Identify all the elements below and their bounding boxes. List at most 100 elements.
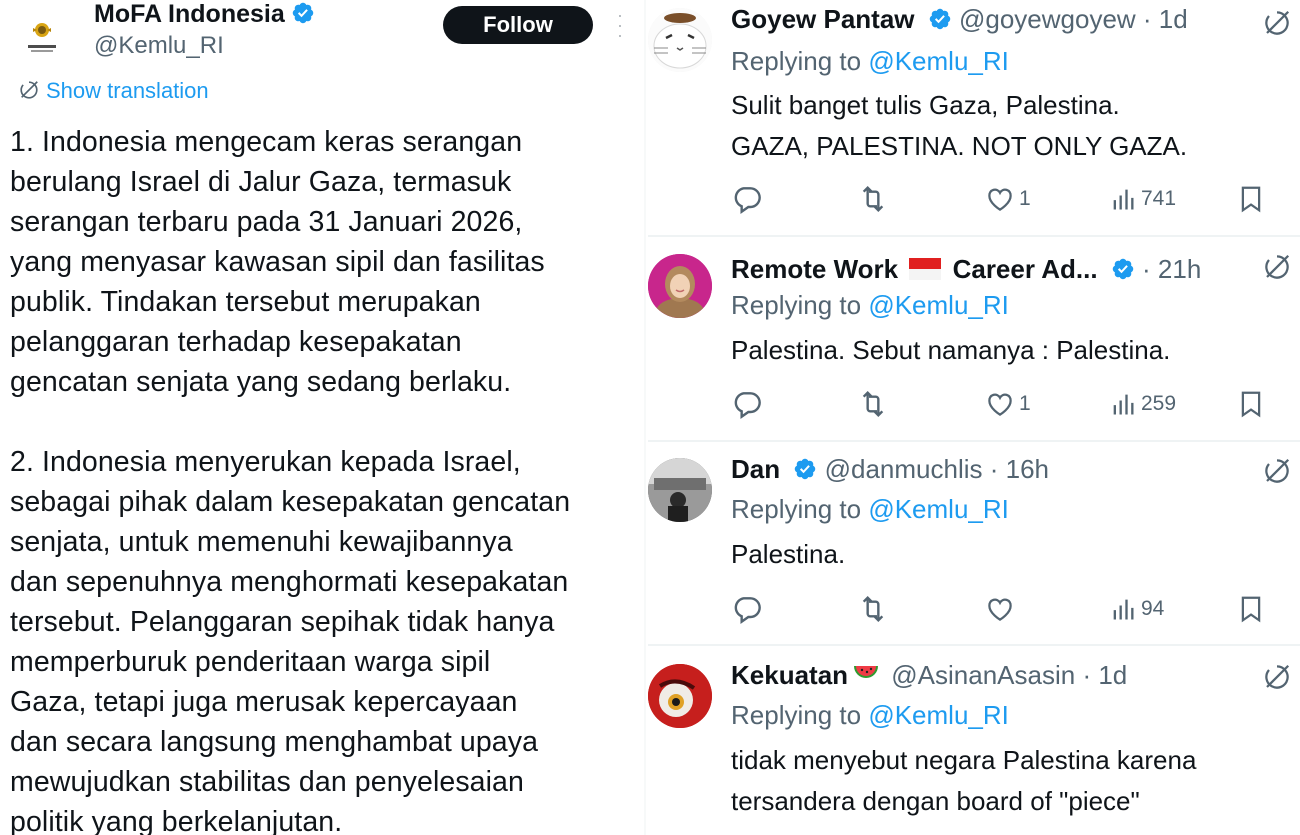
like-icon xyxy=(985,389,1015,419)
reply-header: Dan @danmuchlis · 16h xyxy=(731,454,1049,485)
reply-icon xyxy=(731,388,763,420)
author-name[interactable]: MoFA Indonesia xyxy=(94,0,315,29)
reply-actions: 1 259 xyxy=(731,386,1291,422)
reply-divider xyxy=(648,440,1300,442)
post-text: 1. Indonesia mengecam keras serangan ber… xyxy=(10,126,571,835)
reply-timestamp[interactable]: · 1d xyxy=(1143,4,1188,34)
indonesia-flag-emoji xyxy=(909,258,942,280)
reply-button[interactable] xyxy=(731,386,763,422)
reply-icon xyxy=(731,183,763,215)
repost-button[interactable] xyxy=(857,386,889,422)
views-button[interactable]: 741 xyxy=(1109,181,1176,217)
reply-item[interactable]: Goyew Pantaw @goyewgoyew · 1d Replying t… xyxy=(648,0,1300,233)
like-button[interactable] xyxy=(985,591,1019,627)
verified-badge-icon xyxy=(291,1,315,25)
views-button[interactable]: 259 xyxy=(1109,386,1176,422)
replying-to: Replying to @Kemlu_RI xyxy=(731,494,1009,525)
reply-item[interactable]: Remote Work Career Ad... · 21h Replying … xyxy=(648,246,1300,436)
show-translation-label: Show translation xyxy=(46,78,209,103)
reply-button[interactable] xyxy=(731,181,763,217)
views-icon xyxy=(1109,185,1137,213)
follow-button[interactable]: Follow xyxy=(443,6,593,44)
eyeball-avatar-icon xyxy=(648,664,712,728)
garuda-emblem-icon xyxy=(17,9,67,59)
bookmark-button[interactable] xyxy=(1236,181,1266,217)
reply-timestamp[interactable]: · 21h xyxy=(1142,254,1201,284)
replying-to: Replying to @Kemlu_RI xyxy=(731,46,1009,77)
reply-text: Palestina. Sebut namanya : Palestina. xyxy=(731,335,1171,365)
bookmark-button[interactable] xyxy=(1236,591,1266,627)
reply-item[interactable]: Dan @danmuchlis · 16h Replying to @Kemlu… xyxy=(648,450,1300,642)
reply-author-handle[interactable]: @goyewgoyew xyxy=(959,4,1136,34)
avatar[interactable] xyxy=(648,254,712,318)
replying-prefix: Replying to xyxy=(731,700,869,730)
grok-icon[interactable] xyxy=(1262,252,1292,282)
views-button[interactable]: 94 xyxy=(1109,591,1164,627)
reply-actions: 1 741 xyxy=(731,181,1291,217)
author-name-text[interactable]: MoFA Indonesia xyxy=(94,0,285,28)
like-button[interactable]: 1 xyxy=(985,181,1031,217)
replying-prefix: Replying to xyxy=(731,494,869,524)
repost-button[interactable] xyxy=(857,591,889,627)
reply-divider xyxy=(648,644,1300,646)
more-options-icon[interactable]: · · · xyxy=(614,6,626,44)
repost-icon xyxy=(857,183,889,215)
bookmark-icon xyxy=(1236,184,1266,214)
views-count: 741 xyxy=(1141,187,1177,210)
cat-avatar-icon xyxy=(648,8,712,72)
avatar[interactable] xyxy=(648,8,712,72)
replying-mention-link[interactable]: @Kemlu_RI xyxy=(868,290,1009,320)
reply-author-name[interactable]: Kekuatan xyxy=(731,660,848,690)
reply-actions: 94 xyxy=(731,591,1291,627)
grok-icon xyxy=(18,79,40,101)
reply-author-name-rest[interactable]: Career Ad... xyxy=(953,254,1098,284)
avatar[interactable] xyxy=(648,664,712,728)
reply-text: tidak menyebut negara Palestina karena t… xyxy=(731,745,1197,816)
reply-timestamp[interactable]: · 16h xyxy=(990,454,1049,484)
watermelon-emoji xyxy=(854,666,879,678)
person-avatar-icon xyxy=(648,458,712,522)
replies-list: Goyew Pantaw @goyewgoyew · 1d Replying t… xyxy=(648,0,1300,835)
replying-mention-link[interactable]: @Kemlu_RI xyxy=(868,46,1009,76)
reply-text: Palestina. xyxy=(731,539,846,569)
main-post: MoFA Indonesia @Kemlu_RI Follow · · · Show… xyxy=(0,0,640,835)
repost-button[interactable] xyxy=(857,181,889,217)
reply-button[interactable] xyxy=(731,591,763,627)
reply-item[interactable]: Kekuatan @AsinanAsasin · 1d Replying to … xyxy=(648,656,1300,835)
reply-author-handle[interactable]: @AsinanAsasin xyxy=(891,660,1075,690)
views-icon xyxy=(1109,595,1137,623)
grok-icon[interactable] xyxy=(1262,8,1292,38)
like-button[interactable]: 1 xyxy=(985,386,1031,422)
repost-icon xyxy=(857,593,889,625)
show-translation-link[interactable]: Show translation xyxy=(18,78,209,104)
reply-header: Kekuatan @AsinanAsasin · 1d xyxy=(731,660,1127,691)
reply-author-name[interactable]: Remote Work xyxy=(731,254,898,284)
person-avatar-icon xyxy=(648,254,712,318)
author-avatar[interactable] xyxy=(16,8,68,60)
grok-icon[interactable] xyxy=(1262,662,1292,692)
replying-to: Replying to @Kemlu_RI xyxy=(731,700,1009,731)
reply-author-handle[interactable]: @danmuchlis xyxy=(825,454,983,484)
views-count: 94 xyxy=(1141,597,1165,620)
reply-divider xyxy=(648,235,1300,237)
avatar[interactable] xyxy=(648,458,712,522)
replying-prefix: Replying to xyxy=(731,46,869,76)
replying-prefix: Replying to xyxy=(731,290,869,320)
author-handle[interactable]: @Kemlu_RI xyxy=(94,32,224,60)
verified-badge-icon xyxy=(928,7,952,31)
reply-header: Goyew Pantaw @goyewgoyew · 1d xyxy=(731,4,1188,35)
reply-author-name[interactable]: Dan xyxy=(731,454,780,484)
post-author-row: MoFA Indonesia @Kemlu_RI Follow · · · xyxy=(0,0,640,70)
bookmark-button[interactable] xyxy=(1236,386,1266,422)
like-icon xyxy=(985,594,1015,624)
repost-icon xyxy=(857,388,889,420)
panel-divider xyxy=(644,0,646,835)
replying-mention-link[interactable]: @Kemlu_RI xyxy=(868,494,1009,524)
reply-timestamp[interactable]: · 1d xyxy=(1082,660,1127,690)
replying-mention-link[interactable]: @Kemlu_RI xyxy=(868,700,1009,730)
bookmark-icon xyxy=(1236,389,1266,419)
reply-author-name[interactable]: Goyew Pantaw xyxy=(731,4,915,34)
grok-icon[interactable] xyxy=(1262,456,1292,486)
replying-to: Replying to @Kemlu_RI xyxy=(731,290,1009,321)
verified-badge-icon xyxy=(1111,257,1135,281)
